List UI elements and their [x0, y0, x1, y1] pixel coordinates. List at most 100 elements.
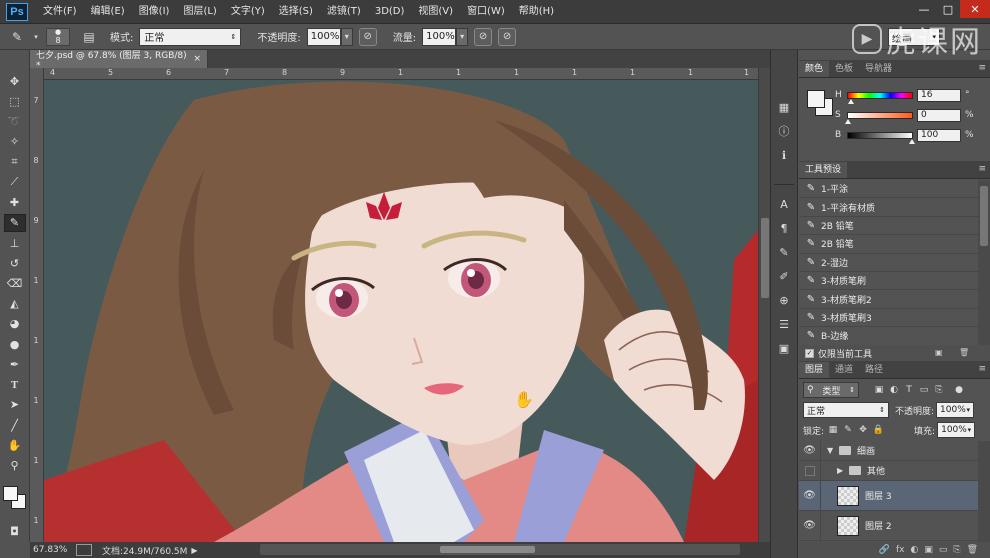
- eye-icon[interactable]: 👁: [799, 511, 821, 540]
- brightness-slider[interactable]: [847, 131, 915, 144]
- blur-tool-icon[interactable]: ◕: [4, 315, 26, 334]
- new-group-icon[interactable]: ▭: [939, 545, 948, 555]
- eraser-tool-icon[interactable]: ⌫: [4, 274, 26, 293]
- clone-source-panel-icon[interactable]: ⊕: [775, 291, 793, 309]
- lock-pixels-icon[interactable]: ✎: [842, 424, 854, 436]
- menu-file[interactable]: 文件(F): [36, 0, 84, 24]
- brightness-slider-thumb[interactable]: [909, 138, 915, 144]
- layer-row[interactable]: 👁 图层 2: [799, 511, 978, 541]
- brush-tool-icon[interactable]: ✎: [3, 213, 26, 233]
- scrollbar-thumb[interactable]: [761, 218, 769, 298]
- healing-brush-tool-icon[interactable]: ✚: [4, 193, 26, 212]
- zoom-level[interactable]: 67.83%: [30, 545, 70, 555]
- trash-icon[interactable]: 🗑: [967, 545, 978, 555]
- color-swatch[interactable]: [2, 486, 27, 510]
- brush-panel-toggle-icon[interactable]: ▤: [80, 28, 98, 46]
- menu-filter[interactable]: 滤镜(T): [320, 0, 368, 24]
- document-tab[interactable]: 七夕.psd @ 67.8% (图层 3, RGB/8) * ×: [30, 50, 208, 71]
- new-layer-icon[interactable]: ⎘: [953, 545, 960, 555]
- dodge-tool-icon[interactable]: ●: [4, 335, 26, 354]
- minimize-button[interactable]: —: [912, 0, 936, 18]
- canvas[interactable]: ✋: [44, 80, 758, 542]
- maximize-button[interactable]: □: [936, 0, 960, 18]
- scrollbar-thumb[interactable]: [980, 186, 988, 246]
- canvas-vertical-scrollbar[interactable]: [758, 68, 770, 542]
- visibility-toggle[interactable]: [799, 461, 821, 480]
- add-mask-icon[interactable]: ▣: [924, 545, 933, 555]
- pressure-size-icon[interactable]: ⊘: [498, 27, 517, 46]
- tab-tool-presets[interactable]: 工具预设: [799, 162, 848, 178]
- menu-help[interactable]: 帮助(H): [512, 0, 561, 24]
- hue-slider-thumb[interactable]: [848, 98, 854, 104]
- character-panel-icon[interactable]: A: [775, 195, 793, 213]
- shape-filter-icon[interactable]: ▭: [918, 384, 930, 396]
- adjustment-filter-icon[interactable]: ◐: [888, 384, 900, 396]
- list-item[interactable]: ✎ 3-材质笔刷3: [799, 309, 978, 328]
- lock-all-icon[interactable]: 🔒: [872, 424, 884, 436]
- menu-image[interactable]: 图像(I): [132, 0, 177, 24]
- magic-wand-tool-icon[interactable]: ✧: [4, 133, 26, 152]
- eye-icon[interactable]: 👁: [799, 481, 821, 510]
- info-panel-icon[interactable]: ⓘ: [775, 122, 793, 140]
- chevron-down-icon[interactable]: ▾: [32, 28, 40, 46]
- saturation-input[interactable]: 0: [917, 108, 961, 122]
- brush-panel-icon[interactable]: ✐: [775, 267, 793, 285]
- menu-select[interactable]: 选择(S): [272, 0, 320, 24]
- history-brush-tool-icon[interactable]: ↺: [4, 254, 26, 273]
- layer-group-row[interactable]: ▶ 其他: [799, 461, 978, 481]
- tab-paths[interactable]: 路径: [859, 362, 889, 378]
- type-filter-icon[interactable]: T: [903, 384, 915, 396]
- eyedropper-tool-icon[interactable]: ⟋: [4, 173, 26, 192]
- list-item[interactable]: ✎ 3-材质笔刷2: [799, 290, 978, 309]
- menu-layer[interactable]: 图层(L): [176, 0, 223, 24]
- crop-tool-icon[interactable]: ⌗: [4, 153, 26, 172]
- paragraph-panel-icon[interactable]: ¶: [775, 219, 793, 237]
- menu-view[interactable]: 视图(V): [411, 0, 460, 24]
- panel-menu-icon[interactable]: ≡: [978, 364, 986, 374]
- path-selection-tool-icon[interactable]: ➤: [4, 396, 26, 415]
- status-icon[interactable]: [76, 544, 92, 556]
- panel-menu-icon[interactable]: ≡: [978, 164, 986, 174]
- tab-layers[interactable]: 图层: [799, 362, 830, 378]
- layers-scrollbar[interactable]: [978, 441, 990, 542]
- list-item[interactable]: ✎ 1-平涂: [799, 180, 978, 199]
- flow-input[interactable]: 100%: [422, 27, 457, 46]
- pressure-opacity-icon[interactable]: ⊘: [358, 27, 377, 46]
- hand-tool-icon[interactable]: ✋: [4, 436, 26, 455]
- tab-channels[interactable]: 通道: [829, 362, 859, 378]
- close-button[interactable]: ✕: [960, 0, 990, 18]
- move-tool-icon[interactable]: ✥: [4, 72, 26, 91]
- hue-input[interactable]: 16: [917, 88, 961, 102]
- mode-select[interactable]: 正常 ⇕: [139, 27, 242, 46]
- tab-navigator[interactable]: 导航器: [859, 61, 898, 77]
- workspace-select[interactable]: 绘画 ▾: [888, 28, 940, 46]
- brush-size-picker[interactable]: ● 8: [46, 27, 70, 46]
- pen-tool-icon[interactable]: ✒: [4, 355, 26, 374]
- scrollbar-thumb[interactable]: [440, 546, 535, 553]
- airbrush-icon[interactable]: ⊘: [474, 27, 493, 46]
- brightness-input[interactable]: 100: [917, 128, 961, 142]
- lasso-tool-icon[interactable]: ➰: [4, 112, 26, 131]
- current-tool-only-checkbox[interactable]: ✓: [805, 348, 814, 358]
- list-item[interactable]: ✎ 2-湿边: [799, 254, 978, 272]
- list-item[interactable]: ✎ 2B 铅笔: [799, 217, 978, 236]
- styles-panel-icon[interactable]: ▣: [775, 339, 793, 357]
- presets-scrollbar[interactable]: [978, 180, 990, 345]
- flow-dropdown-icon[interactable]: ▾: [456, 27, 469, 46]
- paint-bucket-tool-icon[interactable]: ◭: [4, 294, 26, 313]
- fill-input[interactable]: 100% ▾: [937, 422, 976, 438]
- layer-group-row[interactable]: 👁 ▼ 细画: [799, 441, 978, 461]
- zoom-tool-icon[interactable]: ⚲: [4, 456, 26, 475]
- status-menu-arrow-icon[interactable]: ▶: [191, 546, 197, 555]
- list-item[interactable]: ✎ 1-平涂有材质: [799, 198, 978, 217]
- chevron-down-icon[interactable]: ▼: [827, 446, 837, 455]
- brush-tool-icon[interactable]: ✎: [8, 28, 26, 46]
- menu-window[interactable]: 窗口(W): [460, 0, 512, 24]
- history-panel-icon[interactable]: ▦: [775, 98, 793, 116]
- link-layers-icon[interactable]: 🔗: [879, 545, 890, 555]
- chevron-right-icon[interactable]: ▶: [837, 466, 847, 475]
- type-tool-icon[interactable]: T: [4, 375, 26, 394]
- list-item[interactable]: ✎ 3-材质笔刷: [799, 272, 978, 291]
- quick-mask-icon[interactable]: ◘: [4, 522, 26, 541]
- adjustment-layer-icon[interactable]: ◐: [910, 545, 918, 555]
